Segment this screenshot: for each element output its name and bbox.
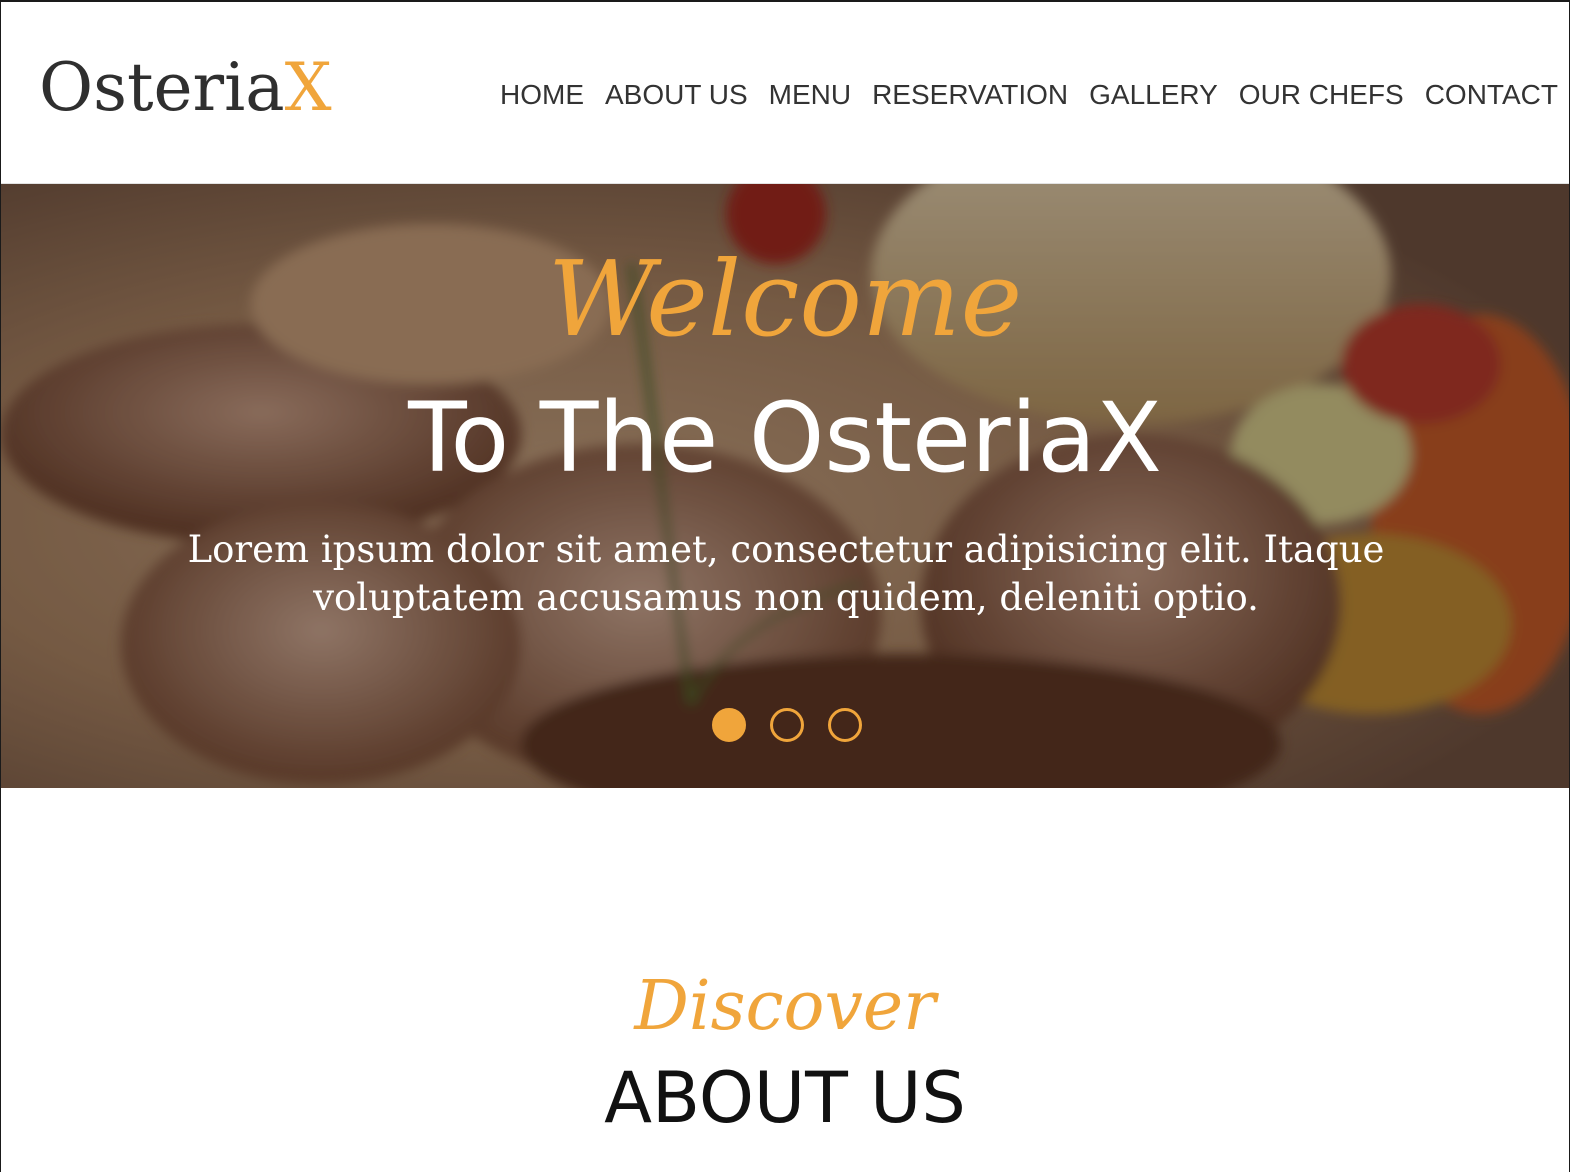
logo-accent: X bbox=[284, 49, 332, 126]
nav-reservation[interactable]: RESERVATION bbox=[872, 79, 1068, 111]
nav-gallery[interactable]: GALLERY bbox=[1089, 79, 1218, 111]
site-header: OsteriaX HOME ABOUT US MENU RESERVATION … bbox=[1, 2, 1569, 184]
slider-dots bbox=[1, 708, 1569, 742]
slider-dot-3[interactable] bbox=[827, 708, 862, 742]
logo[interactable]: OsteriaX bbox=[39, 46, 332, 130]
page: OsteriaX HOME ABOUT US MENU RESERVATION … bbox=[0, 0, 1570, 1172]
nav-contact[interactable]: CONTACT bbox=[1425, 79, 1558, 111]
nav-menu[interactable]: MENU bbox=[769, 79, 851, 111]
slider-dot-1[interactable] bbox=[711, 708, 746, 742]
hero-description: Lorem ipsum dolor sit amet, consectetur … bbox=[187, 528, 1385, 619]
main-nav: HOME ABOUT US MENU RESERVATION GALLERY O… bbox=[500, 75, 1558, 115]
logo-text: Osteria bbox=[39, 49, 285, 126]
nav-home[interactable]: HOME bbox=[500, 79, 584, 111]
hero-script-title: Welcome bbox=[547, 238, 1023, 360]
slider-dot-2[interactable] bbox=[769, 708, 804, 742]
hero-title: To The OsteriaX bbox=[408, 382, 1162, 494]
about-script-title: Discover bbox=[634, 967, 936, 1046]
nav-our-chefs[interactable]: OUR CHEFS bbox=[1239, 79, 1404, 111]
nav-about-us[interactable]: ABOUT US bbox=[605, 79, 748, 111]
about-title: ABOUT US bbox=[604, 1057, 966, 1139]
hero-slider: Welcome To The OsteriaX Lorem ipsum dolo… bbox=[1, 184, 1569, 788]
